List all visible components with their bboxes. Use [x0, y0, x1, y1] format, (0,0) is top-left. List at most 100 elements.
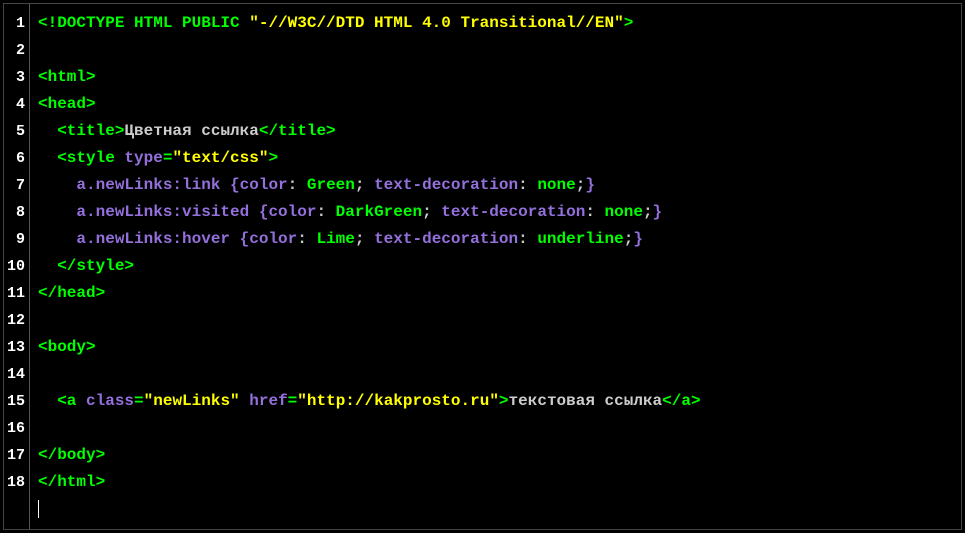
token-prop: color: [268, 203, 316, 221]
token-tag: >: [624, 14, 634, 32]
line-number: 12: [6, 307, 25, 334]
token-tag: =: [163, 149, 173, 167]
code-line[interactable]: <style type="text/css">: [38, 145, 953, 172]
line-number: 11: [6, 280, 25, 307]
token-attr: a.newLinks:link: [76, 176, 230, 194]
line-number: 2: [6, 37, 25, 64]
token-attr: href: [249, 392, 287, 410]
token-tag: =: [288, 392, 298, 410]
token-text: Цветная ссылка: [124, 122, 258, 140]
code-area[interactable]: <!DOCTYPE HTML PUBLIC "-//W3C//DTD HTML …: [30, 4, 961, 529]
code-editor[interactable]: 123456789101112131415161718 <!DOCTYPE HT…: [3, 3, 962, 530]
token-prop: color: [249, 230, 297, 248]
token-tag: <style: [57, 149, 124, 167]
token-val: Green: [307, 176, 355, 194]
token-val: none: [605, 203, 643, 221]
token-string: "-//W3C//DTD HTML 4.0 Transitional//EN": [249, 14, 623, 32]
line-number: 18: [6, 469, 25, 496]
code-line[interactable]: [38, 307, 953, 334]
line-number: 6: [6, 145, 25, 172]
code-line[interactable]: <a class="newLinks" href="http://kakpros…: [38, 388, 953, 415]
token-text: [38, 392, 57, 410]
token-attr: type: [124, 149, 162, 167]
code-line[interactable]: <head>: [38, 91, 953, 118]
token-string: "http://kakprosto.ru": [297, 392, 499, 410]
token-prop: text-decoration: [374, 230, 518, 248]
token-brace: }: [585, 176, 595, 194]
token-attr: a.newLinks:hover: [76, 230, 239, 248]
token-text: ;: [355, 176, 374, 194]
token-tag: =: [134, 392, 144, 410]
token-prop: color: [240, 176, 288, 194]
code-line[interactable]: a.newLinks:link {color: Green; text-deco…: [38, 172, 953, 199]
token-text: ;: [643, 203, 653, 221]
token-text: [38, 149, 57, 167]
token-text: ;: [576, 176, 586, 194]
token-tag: </head>: [38, 284, 105, 302]
code-line[interactable]: <title>Цветная ссылка</title>: [38, 118, 953, 145]
token-tag: <body>: [38, 338, 96, 356]
token-text: ;: [355, 230, 374, 248]
code-line[interactable]: [38, 361, 953, 388]
line-number: 1: [6, 10, 25, 37]
line-number: 17: [6, 442, 25, 469]
token-tag: <html>: [38, 68, 96, 86]
line-number: 13: [6, 334, 25, 361]
token-tag: <!DOCTYPE HTML PUBLIC: [38, 14, 249, 32]
token-text: текстовая ссылка: [509, 392, 663, 410]
line-number: 5: [6, 118, 25, 145]
token-val: none: [537, 176, 575, 194]
line-number: 4: [6, 91, 25, 118]
code-line[interactable]: </html>: [38, 469, 953, 496]
line-number: 8: [6, 199, 25, 226]
token-tag: <title>: [57, 122, 124, 140]
token-text: :: [316, 203, 335, 221]
code-line[interactable]: </body>: [38, 442, 953, 469]
token-brace: {: [259, 203, 269, 221]
token-tag: </html>: [38, 473, 105, 491]
token-text: :: [297, 230, 316, 248]
token-text: [38, 176, 76, 194]
line-number: 15: [6, 388, 25, 415]
line-number: 3: [6, 64, 25, 91]
token-text: :: [585, 203, 604, 221]
token-text: [38, 230, 76, 248]
line-number: 16: [6, 415, 25, 442]
code-line[interactable]: [38, 415, 953, 442]
code-line[interactable]: <!DOCTYPE HTML PUBLIC "-//W3C//DTD HTML …: [38, 10, 953, 37]
token-tag: </style>: [57, 257, 134, 275]
token-val: Lime: [316, 230, 354, 248]
token-tag: [240, 392, 250, 410]
line-number: 10: [6, 253, 25, 280]
token-string: "newLinks": [144, 392, 240, 410]
token-prop: text-decoration: [374, 176, 518, 194]
code-line[interactable]: <body>: [38, 334, 953, 361]
code-line[interactable]: </style>: [38, 253, 953, 280]
line-number: 7: [6, 172, 25, 199]
token-text: :: [518, 230, 537, 248]
token-tag: <head>: [38, 95, 96, 113]
token-val: DarkGreen: [336, 203, 422, 221]
token-string: "text/css": [172, 149, 268, 167]
token-brace: }: [633, 230, 643, 248]
cursor-line[interactable]: [38, 496, 953, 523]
token-tag: </body>: [38, 446, 105, 464]
code-line[interactable]: [38, 37, 953, 64]
token-text: [38, 257, 57, 275]
token-brace: {: [230, 176, 240, 194]
token-text: :: [518, 176, 537, 194]
token-text: [38, 122, 57, 140]
token-text: ;: [422, 203, 441, 221]
token-attr: a.newLinks:visited: [76, 203, 258, 221]
token-tag: >: [499, 392, 509, 410]
line-number-gutter: 123456789101112131415161718: [4, 4, 30, 529]
code-line[interactable]: <html>: [38, 64, 953, 91]
token-text: ;: [624, 230, 634, 248]
token-brace: {: [240, 230, 250, 248]
code-line[interactable]: a.newLinks:hover {color: Lime; text-deco…: [38, 226, 953, 253]
token-brace: }: [653, 203, 663, 221]
token-val: underline: [537, 230, 623, 248]
code-line[interactable]: </head>: [38, 280, 953, 307]
token-attr: class: [86, 392, 134, 410]
code-line[interactable]: a.newLinks:visited {color: DarkGreen; te…: [38, 199, 953, 226]
